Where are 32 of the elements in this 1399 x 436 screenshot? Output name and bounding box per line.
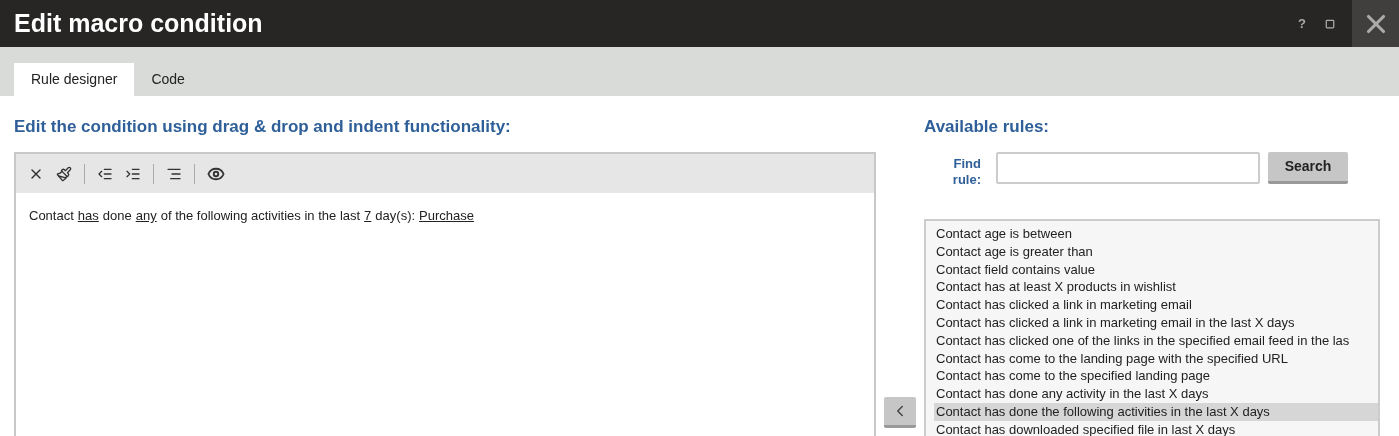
rule-item[interactable]: Contact has done the following activities in the last X days	[934, 402, 1378, 421]
help-button[interactable]: ?	[1290, 13, 1314, 34]
rule-item[interactable]: Contact has clicked one of the links in the specified email feed in the las	[934, 331, 1378, 350]
rule-item[interactable]: Contact has come to the specified landing page	[934, 367, 1378, 386]
rules-heading: Available rules:	[924, 116, 1051, 138]
brush-icon[interactable]	[56, 165, 72, 182]
find-rule-label: Find rule:	[951, 156, 981, 188]
rule-item[interactable]: Contact age is between	[934, 225, 1378, 243]
rule-item[interactable]: Contact has done any activity in the last X days	[934, 385, 1378, 403]
search-button[interactable]: Search	[1268, 152, 1348, 184]
tab[interactable]: Code	[134, 63, 202, 96]
rule-item[interactable]: Contact has come to the landing page with the specified URL	[934, 349, 1378, 368]
condition-text: Contact	[29, 207, 74, 225]
condition-link[interactable]: any	[135, 206, 157, 226]
close-button[interactable]	[1352, 0, 1399, 47]
condition-link[interactable]: Purchase	[419, 206, 474, 226]
window-title: Edit macro condition	[14, 7, 263, 39]
rule-item[interactable]: Contact has clicked a link in marketing email in the last X days	[934, 314, 1378, 332]
editor-heading: Edit the condition using drag & drop and indent functionality:	[14, 116, 512, 138]
find-rule-field[interactable]	[996, 152, 1260, 184]
rule-item[interactable]: Contact age is greater than	[934, 242, 1378, 261]
tab[interactable]: Rule designer	[14, 63, 135, 96]
rule-item[interactable]: Contact has clicked a link in marketing email	[934, 296, 1378, 314]
condition-text: done	[102, 207, 132, 225]
rule-item[interactable]: Contact field contains value	[934, 260, 1378, 279]
condition-text: day(s):	[375, 207, 416, 225]
condition-link[interactable]: 7	[364, 206, 372, 226]
condition-text: of the following activities in the last	[160, 207, 361, 225]
maximize-icon[interactable]	[1324, 18, 1336, 29]
rule-item[interactable]: Contact has at least X products in wishlist	[934, 278, 1378, 297]
condition-link[interactable]: has	[77, 206, 99, 226]
rule-item[interactable]: Contact has downloaded specified file in last X days	[934, 420, 1378, 436]
